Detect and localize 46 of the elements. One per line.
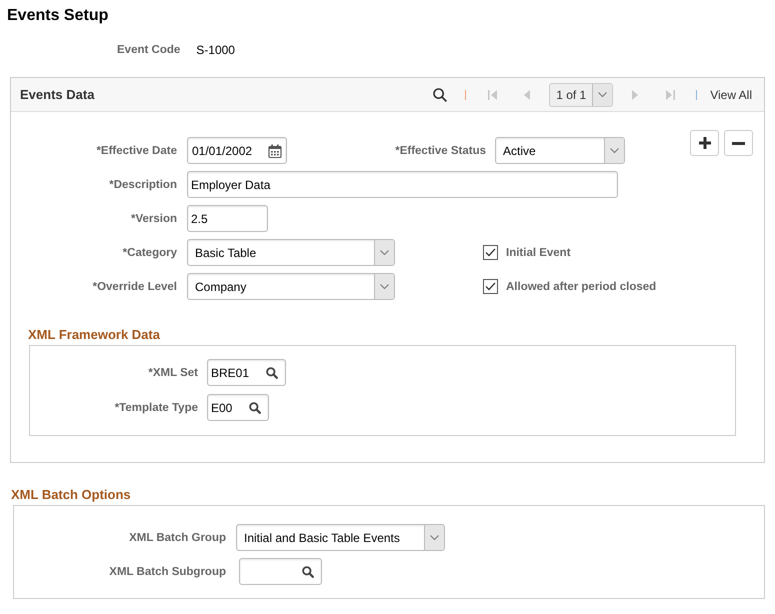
search-icon[interactable] xyxy=(266,366,278,378)
field-label: *Template Type xyxy=(114,400,198,414)
text-field[interactable]: Employer Data xyxy=(187,171,618,198)
chevron-down-icon xyxy=(374,240,394,265)
chevron-down-icon xyxy=(604,138,624,163)
lookup-field[interactable]: E00 xyxy=(207,394,270,421)
field-label: XML Batch Subgroup xyxy=(109,564,226,578)
search-icon[interactable] xyxy=(433,88,448,102)
field-label: *Override Level xyxy=(92,280,177,294)
field-label: *Description xyxy=(109,178,177,192)
field-label: *Effective Date xyxy=(96,144,177,158)
page-selector[interactable]: 1 of 1 xyxy=(549,82,614,106)
section-heading: XML Framework Data xyxy=(28,327,161,343)
field-label: *Effective Status xyxy=(395,144,486,158)
minus-icon xyxy=(732,142,745,144)
field-label: Event Code xyxy=(117,43,180,57)
checkbox[interactable] xyxy=(483,279,498,294)
field-label: *Category xyxy=(122,246,177,260)
delete-row-button[interactable] xyxy=(724,130,753,156)
field-label: XML Batch Group xyxy=(129,530,226,544)
dropdown-field[interactable]: Initial and Basic Table Events xyxy=(236,524,445,551)
search-icon[interactable] xyxy=(249,402,262,414)
lookup-field[interactable] xyxy=(239,558,322,585)
add-row-button[interactable] xyxy=(690,130,719,156)
dropdown-field[interactable]: Basic Table xyxy=(187,239,395,266)
dropdown-field[interactable]: Company xyxy=(187,273,395,300)
checkbox-label: Initial Event xyxy=(506,246,571,260)
date-field[interactable]: 01/01/2002 xyxy=(187,137,287,164)
chevron-down-icon xyxy=(424,525,444,550)
panel-title: Events Data xyxy=(20,86,94,104)
calendar-icon[interactable] xyxy=(268,144,282,158)
checkbox-label: Allowed after period closed xyxy=(506,280,656,294)
checkbox[interactable] xyxy=(483,245,498,260)
lookup-field[interactable]: BRE01 xyxy=(207,359,286,386)
dropdown-field[interactable]: Active xyxy=(495,137,625,164)
chevron-down-icon xyxy=(374,274,394,299)
section-heading: XML Batch Options xyxy=(11,487,132,503)
chevron-down-icon xyxy=(592,84,612,106)
view-all-link[interactable]: View All xyxy=(710,86,752,104)
field-label: *XML Set xyxy=(148,366,198,380)
text-field[interactable]: 2.5 xyxy=(187,205,268,232)
search-icon[interactable] xyxy=(302,566,314,578)
plus-icon xyxy=(698,137,710,149)
page-title: Events Setup xyxy=(7,6,110,26)
field-value: S-1000 xyxy=(196,43,235,57)
field-label: *Version xyxy=(130,212,177,226)
